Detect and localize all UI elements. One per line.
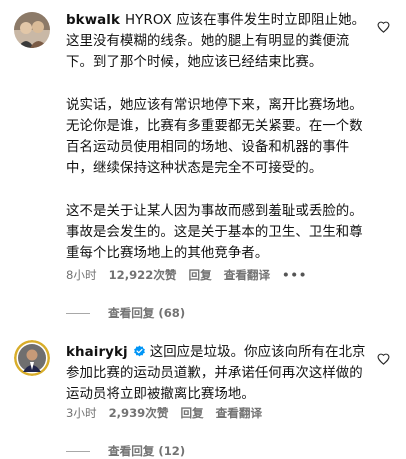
username[interactable]: bkwalk	[66, 13, 120, 28]
comment-text: khairykj 这回应是垃圾。你应该向所有在北京参加比赛的运动员道歉，并承诺任何…	[66, 342, 374, 406]
see-translation-button[interactable]: 查看翻译	[216, 405, 262, 421]
avatar-photo	[14, 340, 50, 376]
comment-meta: 8小时 12,922次赞 回复 查看翻译 •••	[66, 267, 319, 283]
view-replies-button[interactable]: 查看回复 (12)	[66, 443, 185, 459]
heart-icon[interactable]	[377, 21, 390, 33]
comment-paragraph: 说实话，她应该有常识地停下来，离开比赛场地。无论你是谁，比赛有多重要都无关紧要。…	[66, 97, 363, 177]
view-replies-label: 查看回复 (12)	[108, 444, 186, 458]
view-replies-label: 查看回复 (68)	[108, 306, 186, 320]
timestamp: 3小时	[66, 406, 97, 420]
like-count[interactable]: 2,939次赞	[109, 405, 169, 421]
avatar[interactable]	[14, 12, 50, 48]
more-horizontal-icon[interactable]: •••	[282, 268, 307, 282]
username[interactable]: khairykj	[66, 345, 128, 360]
comment-text: bkwalk HYROX 应该在事件发生时立即阻止她。这里没有模糊的线条。她的腿上…	[66, 10, 374, 264]
divider-line	[66, 450, 90, 452]
heart-icon[interactable]	[377, 353, 390, 365]
timestamp: 8小时	[66, 268, 97, 282]
comment-paragraph: 这不是关于让某人因为事故而感到羞耻或丢脸的。事故是会发生的。这是关于基本的卫生、…	[66, 203, 363, 262]
comment-meta: 3小时 2,939次赞 回复 查看翻译	[66, 405, 274, 421]
like-count[interactable]: 12,922次赞	[109, 267, 177, 283]
reply-button[interactable]: 回复	[180, 405, 203, 421]
avatar-photo	[14, 12, 50, 48]
avatar[interactable]	[14, 340, 50, 376]
see-translation-button[interactable]: 查看翻译	[224, 267, 270, 283]
verified-badge-icon	[133, 345, 145, 357]
reply-button[interactable]: 回复	[189, 267, 212, 283]
view-replies-button[interactable]: 查看回复 (68)	[66, 305, 185, 321]
divider-line	[66, 312, 90, 314]
